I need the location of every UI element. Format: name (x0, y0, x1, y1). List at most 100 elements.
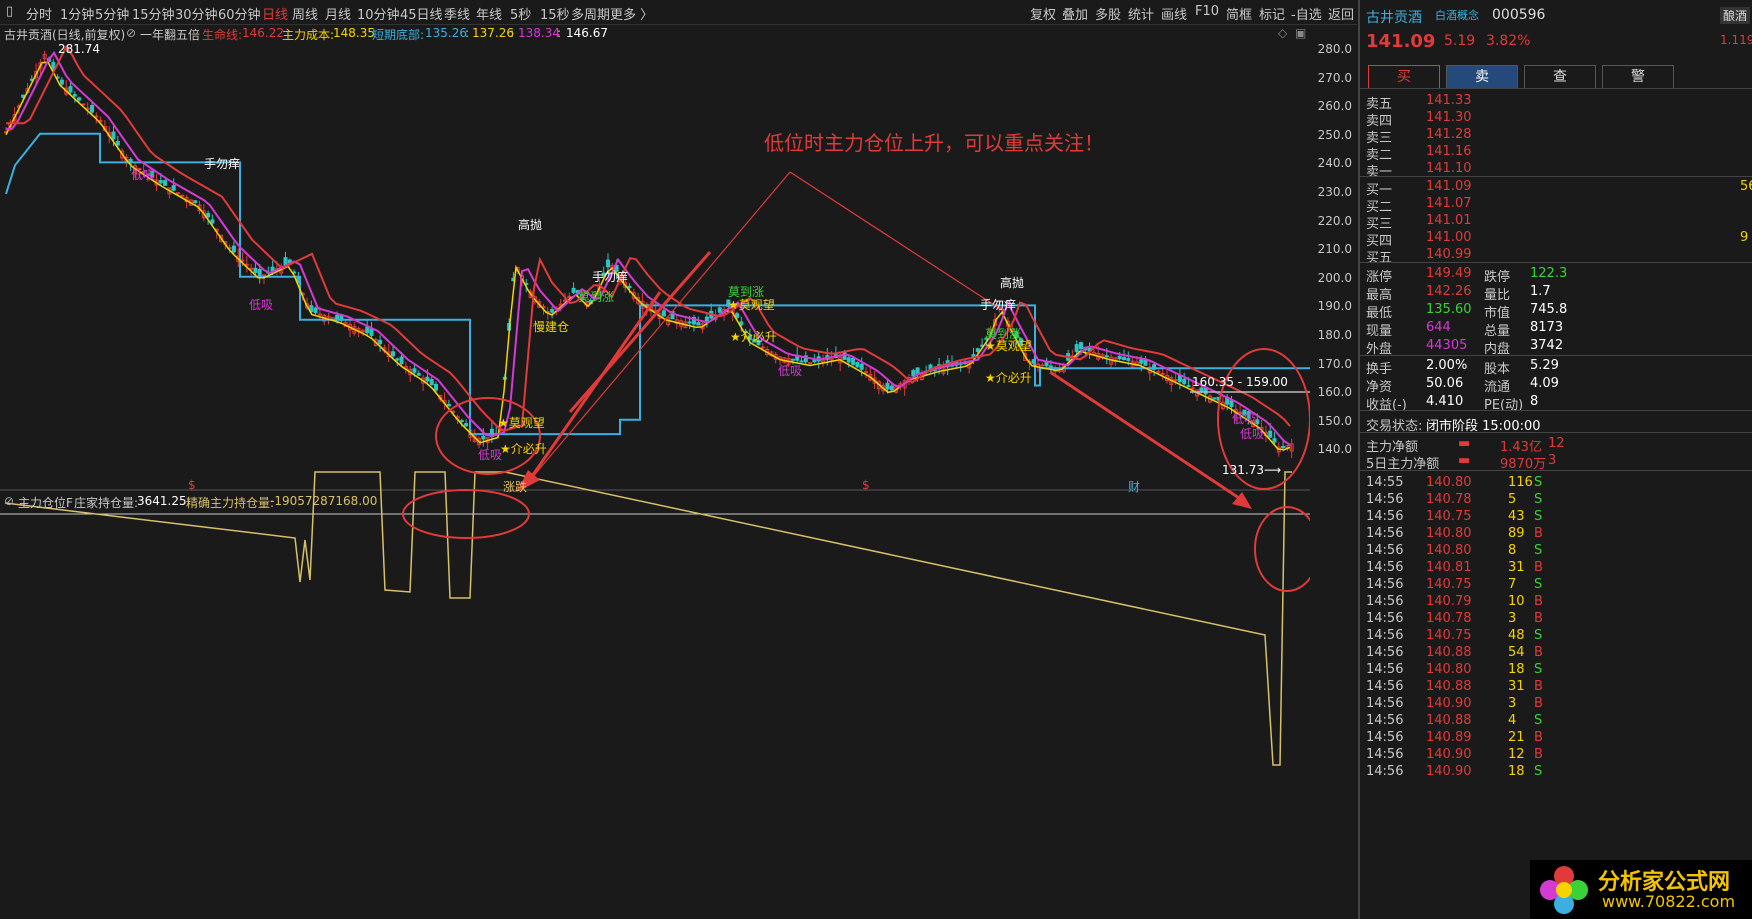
candle-body (1048, 365, 1053, 368)
period-tab[interactable]: 多周期 (571, 4, 610, 23)
toolbar-button[interactable]: 统计 (1128, 4, 1154, 23)
tick-price: 140.80 (1426, 526, 1472, 541)
order-price: 141.00 (1426, 230, 1472, 245)
toolbar-button[interactable]: 返回 (1328, 4, 1354, 23)
axis-tick-label: 210.0 (1317, 242, 1352, 257)
period-tab[interactable]: 分时 (26, 4, 52, 23)
sector-tag[interactable]: 酿酒 (1720, 7, 1751, 24)
buy-button[interactable]: 买 (1368, 65, 1440, 89)
bottom-value-2: 137.26 (472, 26, 514, 40)
axis-tick-label: 170.0 (1317, 356, 1352, 371)
candle-body (313, 307, 318, 314)
toolbar-button[interactable]: 多股 (1095, 4, 1121, 23)
tick-side: S (1534, 577, 1543, 592)
candle-body (257, 269, 262, 278)
bottom-label: 短期底部: (372, 28, 425, 42)
tick-volume: 18 (1508, 662, 1525, 677)
period-tab[interactable]: 更多 〉 (610, 4, 653, 23)
toolbar-button[interactable]: F10 (1195, 4, 1219, 19)
period-tab[interactable]: 季线 (444, 4, 470, 23)
period-tab[interactable]: 1分钟 (60, 4, 94, 23)
period-tab[interactable]: 月线 (325, 4, 351, 23)
indicator-line (4, 471, 1292, 766)
indicator-bar: ⊘ 主力仓位F 庄家持仓量: 3641.25 精确主力持仓量: -1905728… (0, 492, 1310, 510)
candle-body (98, 119, 103, 122)
price-change: 5.19 (1444, 33, 1476, 49)
tick-volume: 116 (1508, 475, 1533, 490)
candle-body (1079, 342, 1083, 350)
period-tab[interactable]: 年线 (476, 4, 502, 23)
divider (1360, 88, 1752, 89)
indicator-toggle-icon[interactable]: ⊘ (126, 26, 136, 40)
toolbar-button[interactable]: 标记 (1259, 4, 1285, 23)
period-tab[interactable]: 15秒 (540, 4, 570, 23)
order-price: 141.30 (1426, 110, 1472, 125)
quote-row: 现量 644 总量 8173 (1360, 319, 1752, 339)
axis-tick-label: 250.0 (1317, 127, 1352, 142)
query-button[interactable]: 查 (1524, 65, 1596, 89)
quote-row: 净资 50.06 流通 4.09 (1360, 375, 1752, 395)
stat-value: 3742 (1530, 338, 1564, 353)
tick-volume: 54 (1508, 645, 1525, 660)
concept-tag[interactable]: 白酒概念 (1435, 7, 1479, 23)
divider (1360, 262, 1752, 263)
period-tab[interactable]: 45日线 (400, 4, 443, 23)
candle-body (1173, 379, 1178, 382)
toolbar-button[interactable]: 复权 (1030, 4, 1056, 23)
tick-price: 140.88 (1426, 645, 1472, 660)
period-tab[interactable]: 15分钟 (132, 4, 175, 23)
diamond-icon[interactable]: ◇ (1278, 26, 1287, 40)
divider (1360, 176, 1752, 177)
candle-body (1104, 355, 1109, 358)
tick-side: S (1534, 492, 1543, 507)
chart-title: 古井贡酒(日线,前复权) (4, 28, 126, 42)
stat-value: 5.29 (1530, 358, 1559, 373)
candle-body (1122, 356, 1126, 361)
order-price: 141.07 (1426, 196, 1472, 211)
tick-side: S (1534, 713, 1543, 728)
indicator-name[interactable]: 一年翻五倍 (140, 26, 200, 43)
stat-value: 122.3 (1530, 266, 1568, 281)
candle-body (481, 435, 486, 440)
panel-toggle-icon[interactable]: ▣ (1295, 26, 1306, 40)
period-tab[interactable]: 5秒 (510, 4, 531, 23)
candle-body (210, 219, 215, 224)
sell-button[interactable]: 卖 (1446, 65, 1518, 89)
menu-icon[interactable]: ▯ (6, 4, 13, 19)
tick-price: 140.79 (1426, 594, 1472, 609)
period-tab[interactable]: 周线 (292, 4, 318, 23)
toolbar-button[interactable]: -自选 (1291, 4, 1322, 23)
period-tab[interactable]: 日线 (262, 4, 288, 23)
candle-body (360, 330, 365, 333)
alert-button[interactable]: 警 (1602, 65, 1674, 89)
stat-value: 142.26 (1426, 284, 1472, 299)
stat-value: 4.09 (1530, 376, 1559, 391)
toolbar-button[interactable]: 画线 (1161, 4, 1187, 23)
tick-price: 140.90 (1426, 747, 1472, 762)
tick-time: 14:56 (1366, 747, 1404, 762)
tick-side: B (1534, 560, 1543, 575)
price-axis: 280.0 270.0 260.0 250.0 240.0 230.0 220.0 210.0… (1310, 42, 1358, 552)
candle-body (416, 373, 421, 376)
candle-body (864, 371, 868, 374)
toolbar-button[interactable]: 叠加 (1062, 4, 1088, 23)
indicator-bar-name[interactable]: 主力仓位F (18, 494, 73, 511)
candle-body (335, 314, 340, 320)
candle-body (253, 267, 258, 273)
period-tab[interactable]: 60分钟 (218, 4, 261, 23)
period-tab[interactable]: 5分钟 (95, 4, 129, 23)
range-label: 160.35 - 159.00 (1192, 375, 1288, 389)
period-tab[interactable]: 10分钟 (357, 4, 400, 23)
high-price-label: 281.74 (58, 42, 100, 56)
candle-body (262, 274, 266, 277)
toolbar-button[interactable]: 简框 (1226, 4, 1252, 23)
mark-label: 手勿痒 (592, 270, 629, 284)
indicator-close-icon[interactable]: ⊘ (4, 494, 14, 508)
candle-body (550, 309, 555, 313)
candle-body (395, 358, 400, 361)
divider (1360, 432, 1752, 433)
candle-body (606, 259, 610, 268)
tick-side: B (1534, 679, 1543, 694)
price-chart[interactable] (0, 42, 1310, 817)
period-tab[interactable]: 30分钟 (175, 4, 218, 23)
